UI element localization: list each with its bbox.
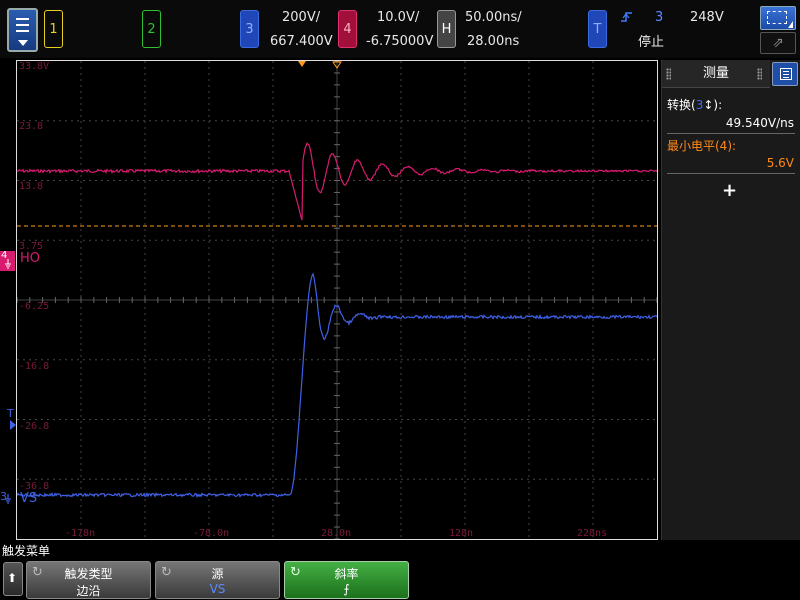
source-softkey[interactable]: ↻ 源 VS <box>155 561 280 599</box>
measurement-1-label-pre: 转换( <box>667 98 696 112</box>
channel-4-marker-tag: 4 <box>1 250 8 261</box>
x-axis-label: 228ns <box>577 528 607 539</box>
source-value: VS <box>209 582 226 596</box>
channel-3-offset: 667.400V <box>270 34 333 49</box>
channel-3-marker-tag: 3 <box>0 490 7 503</box>
channel-1-label: 1 <box>49 21 58 37</box>
measurement-1-label-post: ↕): <box>703 98 723 112</box>
trigger-type-softkey[interactable]: ↻ 触发类型 边沿 <box>26 561 151 599</box>
zoom-icon: ⇗ <box>772 35 784 51</box>
tab-measurements-label: 测量 <box>702 66 729 81</box>
y-axis-label: 33.8V <box>19 61 49 72</box>
channel-4-name: HO <box>20 251 41 266</box>
measurement-panel: 测量 转换(3↕): 49.540V/ns 最小电平(4): 5.6V + <box>661 60 800 540</box>
slope-label: 斜率 <box>334 567 359 581</box>
channel-3-label: 3 <box>245 21 254 37</box>
top-status-bar: 1 2 3 200V/ 667.400V 4 10.0V/ -6.75000V … <box>0 0 800 58</box>
channel-3-button[interactable]: 3 <box>240 10 259 48</box>
zoom-capture-button[interactable] <box>760 6 796 30</box>
channel-2-button[interactable]: 2 <box>142 10 161 48</box>
trigger-position-marker <box>298 61 306 67</box>
channel-2-label: 2 <box>147 21 156 37</box>
channel-4-offset: -6.75000V <box>366 34 434 49</box>
rising-edge-icon <box>621 12 632 22</box>
measurement-list-button[interactable] <box>772 62 798 86</box>
main-menu-button[interactable] <box>7 8 38 52</box>
y-axis-label: -16.8 <box>19 361 49 372</box>
separator <box>667 133 795 134</box>
trigger-label: T <box>593 21 602 37</box>
add-measurement-button[interactable]: + <box>722 180 737 201</box>
x-axis-label: 28.0n <box>321 528 351 539</box>
selection-icon <box>767 11 787 24</box>
separator <box>667 173 795 174</box>
measurement-1-value: 49.540V/ns <box>725 116 794 130</box>
tab-measurements[interactable]: 测量 <box>662 60 770 88</box>
trigger-level-marker[interactable]: T <box>7 407 14 420</box>
slope-softkey[interactable]: ↻ 斜率 ⨍ <box>284 561 409 599</box>
y-axis-label: -6.25 <box>19 301 49 312</box>
y-axis-label: 23.8 <box>19 121 43 132</box>
horizontal-label: H <box>441 21 452 37</box>
zoom-out-button[interactable]: ⇗ <box>760 32 796 54</box>
trigger-source: 3 <box>655 10 664 25</box>
menu-title: 触发菜单 <box>2 544 51 558</box>
trigger-level-arrow-icon <box>10 420 16 430</box>
channel-1-button[interactable]: 1 <box>44 10 63 48</box>
horizontal-delay: 28.00ns <box>467 34 520 49</box>
y-axis-label: -26.8 <box>19 421 49 432</box>
horizontal-scale: 50.00ns/ <box>465 10 522 25</box>
trigger-type-value: 边沿 <box>76 584 101 598</box>
measurement-2-label[interactable]: 最小电平(4): <box>667 137 736 154</box>
waveform-display[interactable]: 33.8V 23.8 13.8 3.75 -6.25 -16.8 -26.8 -36.8 -17… <box>16 60 658 540</box>
channel-4-button[interactable]: 4 <box>338 10 357 48</box>
x-axis-label: 128n <box>449 528 473 539</box>
channel-3-name: VS <box>20 491 38 506</box>
x-axis-label: -178n <box>65 528 95 539</box>
y-axis-label: 13.8 <box>19 181 43 192</box>
menu-up-button[interactable] <box>3 562 23 596</box>
slope-value: ⨍ <box>343 582 350 596</box>
graticule-svg: 33.8V23.813.83.75-6.25-16.8-26.8-36.8-17… <box>17 61 657 539</box>
channel-4-scale: 10.0V/ <box>377 10 420 25</box>
trigger-level: 248V <box>690 10 724 25</box>
trigger-button[interactable]: T <box>588 10 607 48</box>
measurement-1-label[interactable]: 转换(3↕): <box>667 96 722 113</box>
x-axis-label: -78.0n <box>193 528 229 539</box>
source-label: 源 <box>211 567 224 581</box>
list-icon <box>780 68 792 80</box>
drag-grip-icon <box>757 68 762 80</box>
measurement-2-value: 5.6V <box>766 156 794 170</box>
channel-3-scale: 200V/ <box>282 10 321 25</box>
drag-grip-icon <box>666 68 671 80</box>
corner-arrow-icon <box>788 21 793 28</box>
chevron-down-icon <box>18 40 28 46</box>
channel-4-label: 4 <box>343 21 352 37</box>
horizontal-button[interactable]: H <box>437 10 456 48</box>
menu-icon <box>16 18 29 32</box>
trigger-type-label: 触发类型 <box>64 567 113 581</box>
run-status: 停止 <box>638 35 665 50</box>
